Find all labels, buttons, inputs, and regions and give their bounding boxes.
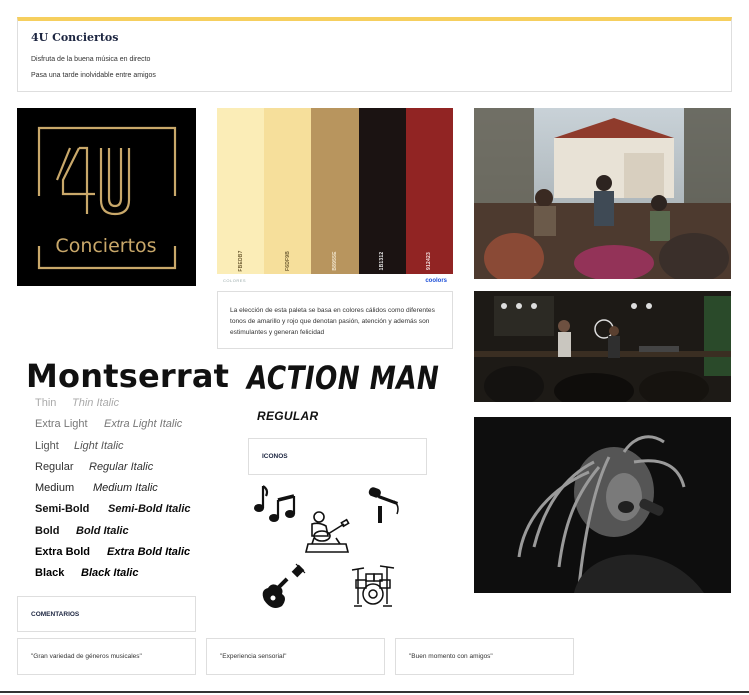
drum-kit-icon [351,565,395,607]
weight-label: Medium [35,482,75,494]
comment-text: "Buen momento con amigos" [409,653,493,660]
singer-bw-photo [474,417,731,593]
weight-italic-label: Light Italic [74,440,124,452]
weight-label: Bold [35,525,60,537]
bottom-divider [0,691,749,693]
weight-italic-label: Extra Light Italic [104,418,183,430]
page-title: 4U Conciertos [31,31,119,44]
comment-card: "Experiencia sensorial" [206,638,385,675]
acoustic-concert-photo [474,108,731,279]
weight-italic-label: Regular Italic [89,461,154,473]
weight-label: Black [35,567,65,579]
weight-label: Thin [35,397,57,409]
weight-italic-label: Medium Italic [93,482,158,494]
weight-row-light: Light Light Italic [35,440,124,452]
comment-card: "Buen momento con amigos" [395,638,574,675]
swatch-hex: B8955E [331,251,338,271]
comments-section-label-box: COMENTARIOS [17,596,196,632]
weight-row-extra-bold: Extra Bold Extra Bold Italic [35,546,190,558]
swatch-5: 912423 [405,108,453,274]
weight-italic-label: Black Italic [81,567,139,579]
weight-label: Semi-Bold [35,503,90,515]
music-notes-icon [254,485,296,522]
subtitle-line-1: Disfruta de la buena música en directo [31,56,151,63]
weight-row-semi-bold: Semi-Bold Semi-Bold Italic [35,503,191,515]
color-palette: FBEDB7 F6DF9B B8955E 1B1312 912423 COLOR… [217,108,453,284]
palette-description: La elección de esta paleta se basa en co… [217,291,453,349]
icons-label: ICONOS [262,453,288,460]
weight-row-regular: Regular Regular Italic [35,461,153,473]
font-name-action-man: ACTION MAN [247,359,440,397]
weight-label: Light [35,440,59,452]
font-style-label: REGULAR [257,409,319,423]
weight-row-extra-light: Extra Light Extra Light Italic [35,418,182,430]
swatch-2: F6DF9B [264,108,312,274]
header-card: 4U Conciertos Disfruta de la buena músic… [17,17,732,92]
swatch-1: FBEDB7 [217,108,265,274]
weight-row-black: Black Black Italic [35,567,138,579]
icons-section-label-box: ICONOS [248,438,427,475]
palette-footer-label: COLORES [223,278,247,283]
weight-row-medium: Medium Medium Italic [35,482,158,494]
brand-logo: Conciertos [17,108,196,286]
swatch-hex: F6DF9B [284,250,291,272]
weight-label: Regular [35,461,74,473]
microphone-icon [368,487,399,523]
weight-label: Extra Light [35,418,88,430]
weight-row-bold: Bold Bold Italic [35,525,129,537]
live-band-photo [474,291,731,402]
comment-card: "Gran variedad de géneros musicales" [17,638,196,675]
swatch-hex: FBEDB7 [237,250,244,272]
comment-text: "Experiencia sensorial" [220,653,287,660]
swatch-4: 1B1312 [358,108,406,274]
weight-italic-label: Bold Italic [76,525,129,537]
guitarist-icon [304,511,350,553]
swatch-hex: 1B1312 [379,251,386,271]
swatch-3: B8955E [311,108,359,274]
weight-italic-label: Thin Italic [72,397,120,409]
weight-italic-label: Extra Bold Italic [107,546,191,558]
font-name-montserrat: Montserrat [26,357,230,395]
swatch-hex: 912423 [426,252,433,270]
comments-label: COMENTARIOS [31,611,80,618]
electric-guitar-icon [262,563,306,608]
logo-wordmark: Conciertos [55,235,156,257]
comment-text: "Gran variedad de géneros musicales" [31,653,142,660]
coolors-logo: coolors [425,278,447,284]
weight-label: Extra Bold [35,546,91,558]
weight-italic-label: Semi-Bold Italic [108,503,191,515]
weight-row-thin: Thin Thin Italic [35,397,119,409]
subtitle-line-2: Pasa una tarde inolvidable entre amigos [31,72,156,79]
